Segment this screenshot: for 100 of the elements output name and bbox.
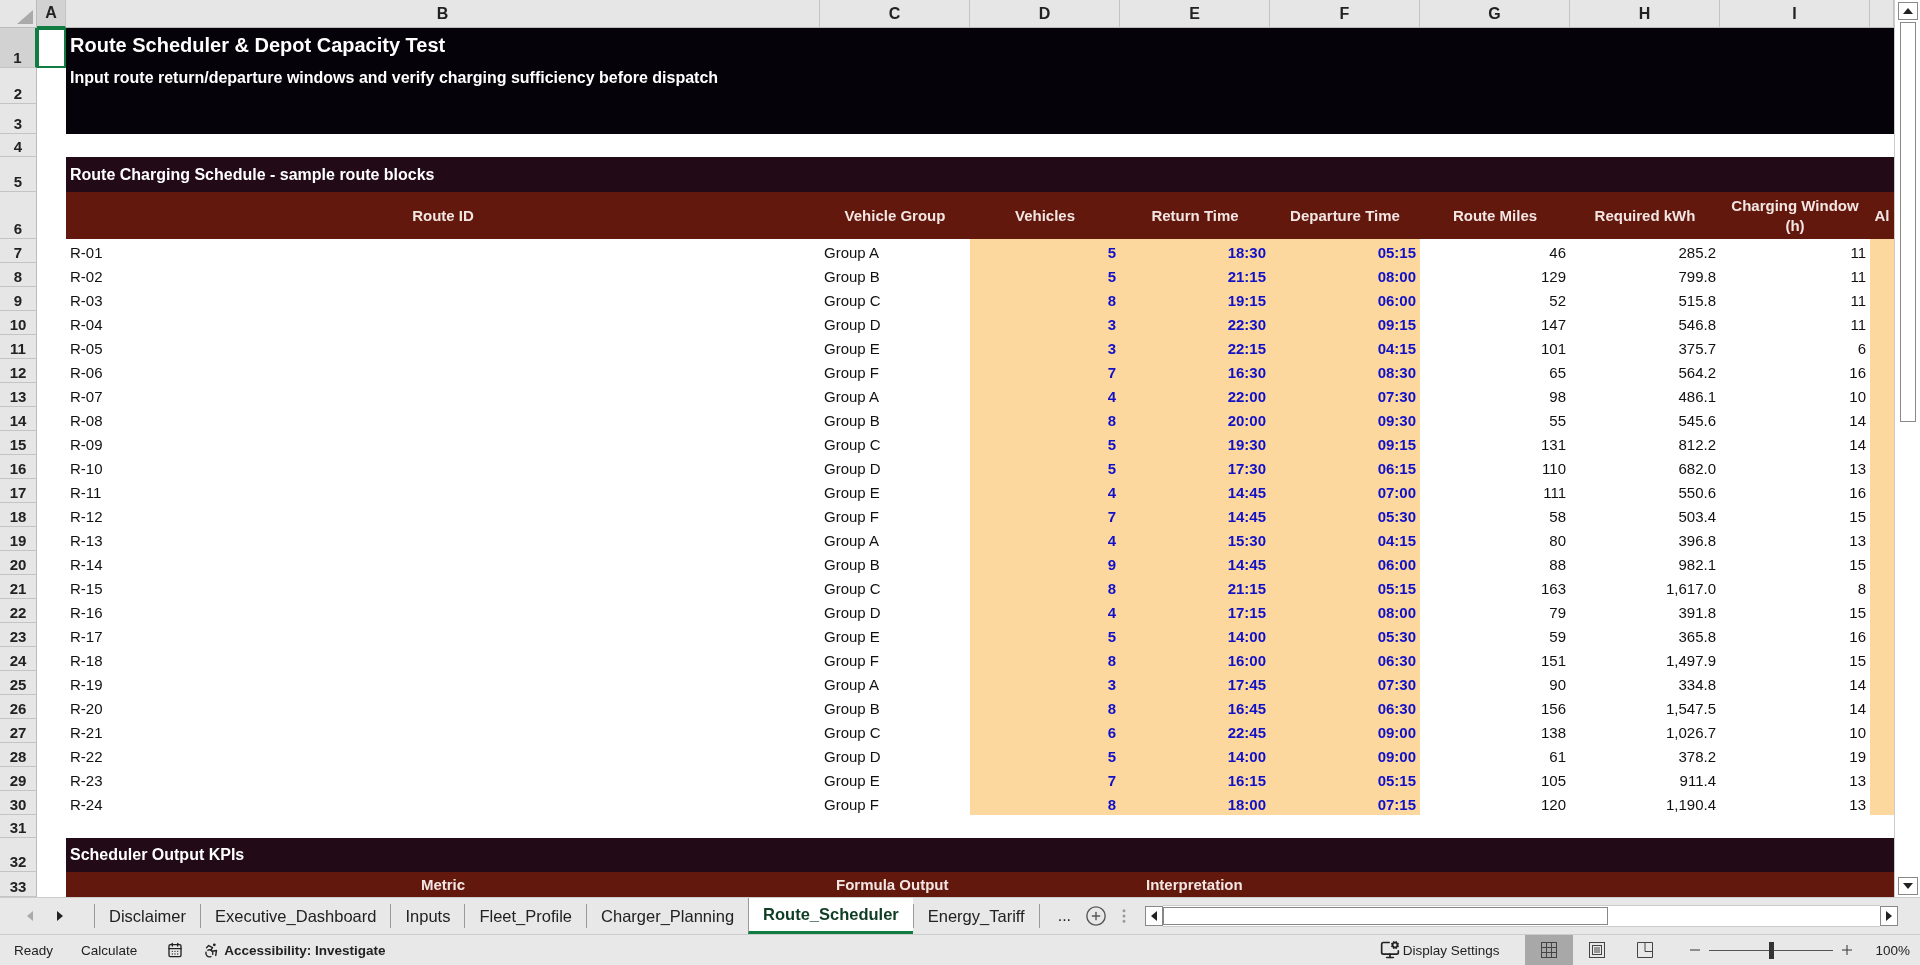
table-cell[interactable]: 7 <box>970 767 1120 791</box>
scroll-down-button[interactable] <box>1897 877 1918 896</box>
scroll-up-button[interactable] <box>1897 2 1918 20</box>
sheet-tab[interactable]: Energy_Tariff <box>912 904 1039 928</box>
table-cell[interactable]: 4 <box>970 383 1120 407</box>
sheet-tab[interactable]: Executive_Dashboard <box>200 904 391 928</box>
table-cell[interactable]: 8 <box>970 647 1120 671</box>
column-header[interactable]: B <box>66 0 820 28</box>
table-cell[interactable]: 14:45 <box>1120 551 1270 575</box>
table-cell[interactable]: 6 <box>970 719 1120 743</box>
row-header[interactable]: 24 <box>0 647 37 671</box>
table-cell[interactable]: 06:30 <box>1270 647 1420 671</box>
scroll-thumb[interactable] <box>1899 22 1916 422</box>
table-cell[interactable]: 06:00 <box>1270 551 1420 575</box>
row-header[interactable]: 16 <box>0 455 37 479</box>
row-header[interactable]: 32 <box>0 838 37 872</box>
table-cell[interactable]: 05:30 <box>1270 623 1420 647</box>
table-cell[interactable]: 05:15 <box>1270 575 1420 599</box>
row-header[interactable]: 31 <box>0 815 37 838</box>
column-header[interactable]: I <box>1720 0 1870 28</box>
table-cell[interactable]: 22:45 <box>1120 719 1270 743</box>
zoom-level[interactable]: 100% <box>1875 942 1910 958</box>
row-header[interactable]: 9 <box>0 287 37 311</box>
sheet-tab[interactable]: Fleet_Profile <box>464 904 587 928</box>
column-header[interactable]: F <box>1270 0 1420 28</box>
row-header[interactable]: 2 <box>0 68 37 104</box>
table-cell[interactable]: 17:15 <box>1120 599 1270 623</box>
active-cell[interactable] <box>37 28 66 68</box>
table-cell[interactable]: 22:30 <box>1120 311 1270 335</box>
table-cell[interactable]: 8 <box>970 407 1120 431</box>
display-settings-button[interactable]: Display Settings <box>1402 942 1500 958</box>
table-cell[interactable]: 5 <box>970 263 1120 287</box>
table-cell[interactable]: 20:00 <box>1120 407 1270 431</box>
table-cell[interactable]: 16:45 <box>1120 695 1270 719</box>
table-cell[interactable]: 7 <box>970 359 1120 383</box>
row-header[interactable]: 28 <box>0 743 37 767</box>
row-header[interactable]: 23 <box>0 623 37 647</box>
row-header[interactable]: 10 <box>0 311 37 335</box>
table-cell[interactable]: 7 <box>970 503 1120 527</box>
more-tabs-button[interactable]: ... <box>1038 904 1082 928</box>
table-cell[interactable]: 18:00 <box>1120 791 1270 815</box>
row-header[interactable]: 21 <box>0 575 37 599</box>
table-cell[interactable]: 3 <box>970 311 1120 335</box>
table-cell[interactable]: 15:30 <box>1120 527 1270 551</box>
row-header[interactable]: 4 <box>0 134 37 157</box>
table-cell[interactable]: 18:30 <box>1120 239 1270 263</box>
row-header[interactable]: 12 <box>0 359 37 383</box>
table-cell[interactable]: 07:15 <box>1270 791 1420 815</box>
table-cell[interactable]: 19:15 <box>1120 287 1270 311</box>
table-cell[interactable]: 16:15 <box>1120 767 1270 791</box>
row-header[interactable]: 5 <box>0 157 37 192</box>
vertical-scrollbar[interactable] <box>1894 0 1920 898</box>
input-cell[interactable] <box>1870 239 1894 263</box>
calculate-button[interactable]: Calculate <box>81 942 138 958</box>
table-cell[interactable]: 07:30 <box>1270 671 1420 695</box>
row-header[interactable]: 13 <box>0 383 37 407</box>
table-cell[interactable]: 04:15 <box>1270 527 1420 551</box>
row-header[interactable]: 25 <box>0 671 37 695</box>
table-cell[interactable]: 06:30 <box>1270 695 1420 719</box>
table-cell[interactable]: 16:30 <box>1120 359 1270 383</box>
scroll-left-button[interactable] <box>1145 906 1164 926</box>
row-header[interactable]: 30 <box>0 791 37 815</box>
row-header[interactable]: 20 <box>0 551 37 575</box>
scroll-right-button[interactable] <box>1880 906 1898 926</box>
table-cell[interactable]: 5 <box>970 743 1120 767</box>
row-header[interactable]: 22 <box>0 599 37 623</box>
table-cell[interactable]: 09:00 <box>1270 719 1420 743</box>
view-button[interactable] <box>1525 935 1574 965</box>
table-cell[interactable]: 4 <box>970 527 1120 551</box>
table-cell[interactable]: 16:00 <box>1120 647 1270 671</box>
row-header[interactable]: 8 <box>0 263 37 287</box>
table-cell[interactable]: 21:15 <box>1120 263 1270 287</box>
table-cell[interactable]: 14:45 <box>1120 503 1270 527</box>
display-settings-icon[interactable] <box>1379 940 1400 960</box>
table-cell[interactable]: 09:00 <box>1270 743 1420 767</box>
table-cell[interactable]: 07:30 <box>1270 383 1420 407</box>
row-header[interactable]: 15 <box>0 431 37 455</box>
table-cell[interactable]: 09:15 <box>1270 431 1420 455</box>
table-cell[interactable]: 04:15 <box>1270 335 1420 359</box>
column-header[interactable]: G <box>1420 0 1570 28</box>
column-header[interactable]: E <box>1120 0 1270 28</box>
row-header[interactable]: 1 <box>0 28 37 68</box>
table-cell[interactable]: 4 <box>970 479 1120 503</box>
table-cell[interactable]: 5 <box>970 623 1120 647</box>
table-cell[interactable]: 4 <box>970 599 1120 623</box>
table-cell[interactable]: 8 <box>970 791 1120 815</box>
sheet-tab[interactable]: Route_Scheduler <box>748 898 913 934</box>
table-cell[interactable]: 17:45 <box>1120 671 1270 695</box>
table-cell[interactable]: 22:15 <box>1120 335 1270 359</box>
zoom-in-icon[interactable] <box>1841 944 1854 956</box>
column-header[interactable]: A <box>37 0 66 28</box>
table-cell[interactable]: 3 <box>970 335 1120 359</box>
table-cell[interactable]: 19:30 <box>1120 431 1270 455</box>
sheet-tab[interactable]: Disclaimer <box>94 904 200 928</box>
table-cell[interactable]: 09:15 <box>1270 311 1420 335</box>
table-cell[interactable]: 14:00 <box>1120 743 1270 767</box>
table-cell[interactable]: 8 <box>970 575 1120 599</box>
table-cell[interactable]: 21:15 <box>1120 575 1270 599</box>
table-cell[interactable]: 14:45 <box>1120 479 1270 503</box>
row-header[interactable]: 17 <box>0 479 37 503</box>
